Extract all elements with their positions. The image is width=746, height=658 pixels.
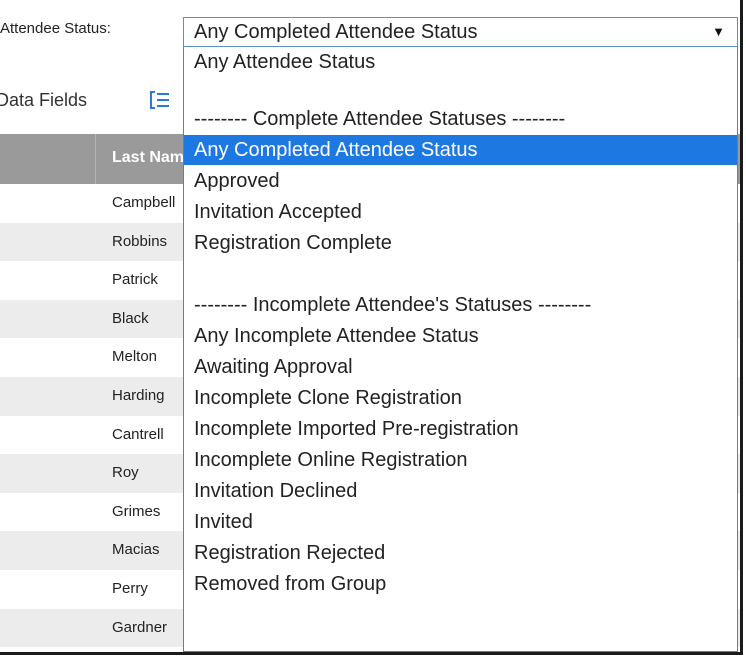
dropdown-option[interactable]: Any Completed Attendee Status [184,135,737,165]
dropdown-option[interactable]: Incomplete Imported Pre-registration [184,414,737,444]
last-name-cell: Grimes [112,502,161,520]
last-name-cell: Black [112,309,149,327]
attendee-status-select[interactable]: Any Completed Attendee Status ▼ [183,17,738,47]
dropdown-option[interactable]: Any Incomplete Attendee Status [184,321,737,351]
dropdown-option[interactable]: Approved [184,166,737,196]
attendee-status-dropdown-list: Any Attendee Status -------- Complete Att… [183,47,738,652]
last-name-cell: Gardner [112,618,168,636]
dropdown-option[interactable]: Awaiting Approval [184,352,737,382]
dropdown-arrow-icon: ▼ [712,24,725,39]
last-name-cell: Roy [112,464,139,482]
dropdown-option[interactable]: Registration Complete [184,228,737,258]
dropdown-spacer [184,259,737,289]
dropdown-option[interactable]: Removed from Group [184,569,737,599]
data-fields-link[interactable]: Data Fields [0,90,87,111]
list-settings-icon[interactable] [150,91,170,109]
last-name-cell: Robbins [112,232,168,250]
dropdown-option[interactable]: Any Attendee Status [184,47,737,77]
dropdown-option[interactable]: Invitation Declined [184,476,737,506]
column-separator [95,134,96,184]
dropdown-group-header: -------- Incomplete Attendee's Statuses … [184,290,737,320]
dropdown-option[interactable]: Invited [184,507,737,537]
last-name-cell: Campbell [112,194,176,211]
last-name-cell: Patrick [112,271,158,289]
dropdown-group-header: -------- Complete Attendee Statuses ----… [184,104,737,134]
dropdown-option[interactable]: Registration Rejected [184,538,737,568]
last-name-cell: Melton [112,348,158,366]
attendee-status-label: Attendee Status: [0,20,111,37]
last-name-cell: Macias [112,541,160,559]
attendee-status-selected-value: Any Completed Attendee Status [194,21,478,43]
app-frame: Attendee Status: Any Completed Attendee … [0,0,743,655]
dropdown-option[interactable]: Incomplete Clone Registration [184,383,737,413]
dropdown-option[interactable]: Invitation Accepted [184,197,737,227]
last-name-cell: Perry [112,579,148,597]
dropdown-option[interactable]: Incomplete Online Registration [184,445,737,475]
last-name-cell: Cantrell [112,425,164,443]
last-name-cell: Harding [112,386,165,404]
column-header-last-name[interactable]: Last Name [112,149,193,167]
